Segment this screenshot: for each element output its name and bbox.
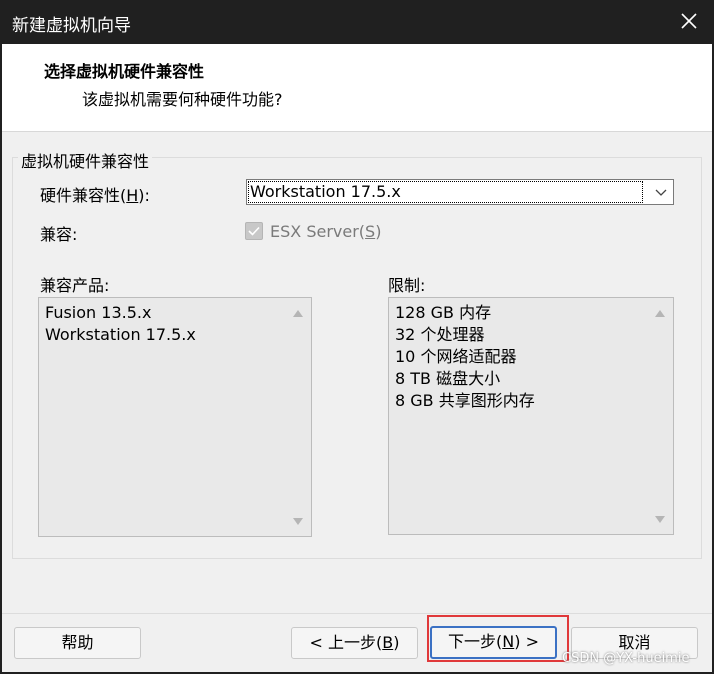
limits-items: 128 GB 内存 32 个处理器 10 个网络适配器 8 TB 磁盘大小 8 … <box>395 302 535 412</box>
hw-compat-select[interactable]: Workstation 17.5.x <box>246 179 674 205</box>
window-title: 新建虚拟机向导 <box>12 16 131 36</box>
title-bar: 新建虚拟机向导 <box>0 0 714 44</box>
hw-compat-value: Workstation 17.5.x <box>248 181 643 203</box>
compat-label: 兼容: <box>40 225 78 244</box>
limits-label: 限制: <box>388 276 426 295</box>
list-item: 8 GB 共享图形内存 <box>395 391 535 410</box>
scroll-up-icon[interactable] <box>655 310 665 317</box>
scroll-down-icon[interactable] <box>293 518 303 525</box>
list-item: 32 个处理器 <box>395 325 485 344</box>
scroll-down-icon[interactable] <box>655 516 665 523</box>
limits-list[interactable]: 128 GB 内存 32 个处理器 10 个网络适配器 8 TB 磁盘大小 8 … <box>388 297 674 535</box>
back-button[interactable]: < 上一步(B) <box>291 627 418 659</box>
footer-divider <box>2 613 712 614</box>
page-subtitle: 该虚拟机需要何种硬件功能? <box>82 90 283 109</box>
list-item: 128 GB 内存 <box>395 303 492 322</box>
products-items: Fusion 13.5.x Workstation 17.5.x <box>45 302 196 346</box>
esx-checkbox[interactable] <box>245 222 263 240</box>
close-icon[interactable] <box>678 10 700 32</box>
wizard-header: 选择虚拟机硬件兼容性 该虚拟机需要何种硬件功能? <box>2 44 712 132</box>
products-list[interactable]: Fusion 13.5.x Workstation 17.5.x <box>38 297 312 537</box>
list-item: Workstation 17.5.x <box>45 325 196 344</box>
group-legend: 虚拟机硬件兼容性 <box>18 148 153 172</box>
list-item: 8 TB 磁盘大小 <box>395 369 501 388</box>
scroll-up-icon[interactable] <box>293 310 303 317</box>
esx-checkbox-label: ESX Server(S) <box>270 222 382 241</box>
dialog-body: 选择虚拟机硬件兼容性 该虚拟机需要何种硬件功能? 虚拟机硬件兼容性 硬件兼容性(… <box>2 44 712 672</box>
wizard-window: 新建虚拟机向导 选择虚拟机硬件兼容性 该虚拟机需要何种硬件功能? 虚拟机硬件兼容… <box>0 0 714 674</box>
hw-compat-label: 硬件兼容性(H): <box>40 186 150 205</box>
list-item: Fusion 13.5.x <box>45 303 152 322</box>
chevron-down-icon <box>655 189 667 196</box>
help-button[interactable]: 帮助 <box>14 627 141 659</box>
highlight-box <box>427 615 569 662</box>
page-title: 选择虚拟机硬件兼容性 <box>44 62 205 81</box>
checkmark-icon <box>248 226 260 236</box>
list-item: 10 个网络适配器 <box>395 347 517 366</box>
products-label: 兼容产品: <box>40 276 110 295</box>
watermark: CSDN @YX-hueimie <box>562 651 690 666</box>
